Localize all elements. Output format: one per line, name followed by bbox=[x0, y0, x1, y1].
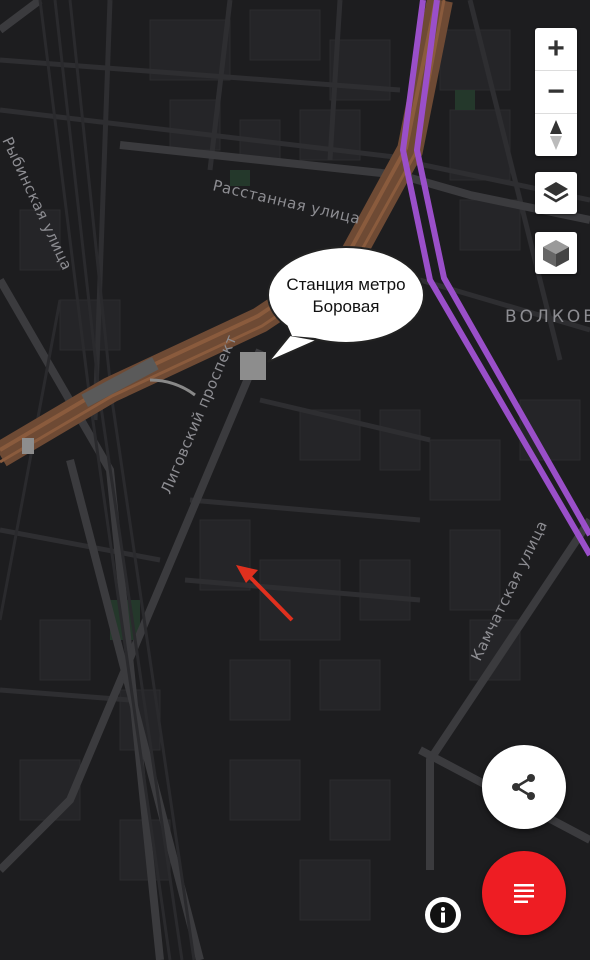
info-icon bbox=[430, 902, 456, 928]
share-icon bbox=[512, 774, 535, 800]
compass-button[interactable] bbox=[535, 114, 577, 156]
map-canvas[interactable]: Расстанная улица Лиговский проспект Камч… bbox=[0, 0, 590, 960]
info-button[interactable] bbox=[425, 897, 461, 933]
list-icon bbox=[514, 884, 534, 903]
plus-icon: + bbox=[547, 32, 565, 65]
zoom-in-button[interactable]: + bbox=[535, 28, 577, 71]
layers-button[interactable] bbox=[535, 172, 577, 214]
callout-line2: Боровая bbox=[312, 297, 379, 316]
metro-entrance-building bbox=[240, 352, 266, 380]
compass-icon bbox=[550, 120, 562, 150]
3d-button[interactable] bbox=[535, 232, 577, 274]
street-label-rasstannaya: Расстанная улица bbox=[211, 176, 362, 227]
menu-button[interactable] bbox=[482, 851, 566, 935]
callout-line1: Станция метро bbox=[286, 275, 405, 294]
station-callout: Станция метро Боровая bbox=[267, 246, 425, 363]
district-label: ВОЛКОВ bbox=[505, 307, 590, 327]
cube-icon bbox=[543, 240, 569, 267]
share-button[interactable] bbox=[482, 745, 566, 829]
zoom-out-button[interactable]: − bbox=[535, 71, 577, 114]
layers-icon bbox=[543, 182, 569, 203]
minus-icon: − bbox=[547, 75, 565, 108]
station-building bbox=[22, 438, 34, 454]
zoom-control: + − bbox=[535, 28, 577, 156]
